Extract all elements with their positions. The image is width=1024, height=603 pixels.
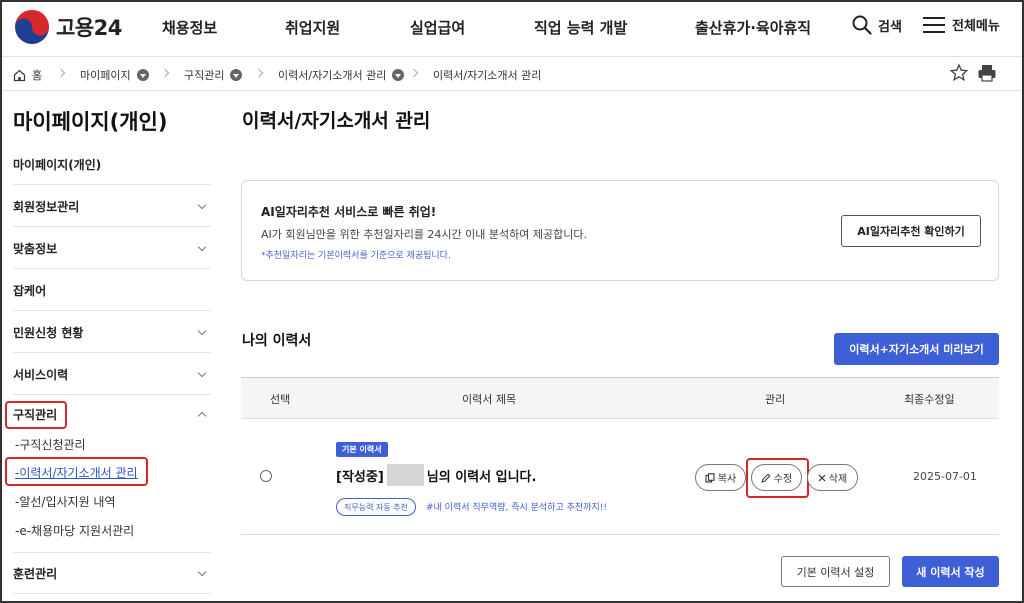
hamburger-icon	[923, 16, 945, 33]
breadcrumb: 홈 마이페이지 구직관리 이력서/자기소개서 관리 이력서/자기소개서 관리	[0, 58, 1024, 91]
breadcrumb-label: 이력서/자기소개서 관리	[433, 69, 542, 82]
taegeuk-logo-icon	[15, 10, 49, 44]
th-select: 선택	[270, 393, 291, 406]
chevron-down-icon	[197, 200, 207, 210]
header-allmenu-button[interactable]: 전체메뉴	[923, 15, 1000, 34]
sidebar-item-job-management[interactable]: 구직관리	[13, 394, 211, 435]
resume-title-prefix: [작성중]	[336, 469, 384, 485]
sidebar-item-label: 구직관리	[13, 408, 58, 422]
ai-banner-heading: AI일자리추천 서비스로 빠른 취업!	[261, 205, 437, 219]
sidebar-item-jobcare[interactable]: 잡케어	[13, 270, 211, 311]
dropdown-icon[interactable]	[136, 69, 149, 81]
breadcrumb-home-label: 홈	[32, 69, 43, 82]
search-label: 검색	[878, 19, 902, 35]
delete-button[interactable]: 삭제	[807, 464, 858, 491]
sidebar-item-label: 맞춤정보	[13, 241, 58, 256]
sidebar-item-custom-info[interactable]: 맞춤정보	[13, 228, 211, 269]
page-title: 이력서/자기소개서 관리	[242, 110, 431, 132]
sidebar-item-member-info[interactable]: 회원정보관리	[13, 186, 211, 227]
dropdown-icon[interactable]	[392, 69, 405, 81]
job-skill-recommend-tag[interactable]: 직무능력 자동 추천	[336, 498, 416, 516]
delete-label: 삭제	[828, 474, 848, 485]
subitem-job-application[interactable]: -구직신청관리	[15, 436, 86, 453]
table-row: 기본 이력서 [작성중] 님의 이력서 입니다. 직무능력 자동 추천 #내 이…	[241, 419, 999, 535]
nav-employment-support[interactable]: 취업지원	[285, 17, 340, 38]
breadcrumb-home[interactable]: 홈	[13, 67, 42, 83]
chevron-down-icon	[197, 242, 207, 252]
nav-unemployment-benefit[interactable]: 실업급여	[410, 17, 465, 38]
sidebar-item-label: 민원신청 현황	[13, 325, 84, 340]
close-icon	[818, 474, 826, 482]
chevron-right-icon	[254, 68, 264, 78]
allmenu-label: 전체메뉴	[952, 19, 1000, 34]
ai-recommend-button[interactable]: AI일자리추천 확인하기	[841, 215, 981, 247]
resume-title-suffix: 님의 이력서 입니다.	[426, 469, 537, 485]
section-title-my-resume: 나의 이력서	[242, 333, 312, 349]
pencil-icon	[761, 472, 771, 483]
ai-banner-desc: AI가 회원님만을 위한 추천일자리를 24시간 이내 분석하여 제공합니다.	[261, 228, 587, 241]
breadcrumb-label: 구직관리	[184, 69, 225, 82]
subitem-placement-history[interactable]: -알선/입사지원 내역	[15, 493, 116, 510]
th-manage: 관리	[765, 393, 786, 406]
sidebar-item-civil-status[interactable]: 민원신청 현황	[13, 312, 211, 353]
copy-button[interactable]: 복사	[695, 464, 746, 491]
chevron-right-icon	[160, 68, 170, 78]
table-header: 선택 이력서 제목 관리 최종수정일	[241, 377, 999, 419]
edit-label: 수정	[773, 474, 793, 485]
edit-button[interactable]: 수정	[751, 464, 802, 491]
nav-vocational-training[interactable]: 직업 능력 개발	[534, 17, 627, 38]
breadcrumb-mypage[interactable]: 마이페이지	[80, 67, 149, 83]
sidebar-item-mypage[interactable]: 마이페이지(개인)	[13, 144, 211, 185]
chevron-right-icon	[409, 68, 419, 78]
ai-banner-note: *추천일자리는 기본이력서를 기준으로 제공됩니다.	[261, 251, 451, 261]
breadcrumb-resume-management[interactable]: 이력서/자기소개서 관리	[278, 67, 405, 83]
breadcrumb-job-management[interactable]: 구직관리	[184, 67, 243, 83]
nav-maternity-leave[interactable]: 출산휴가·육아휴직	[695, 17, 811, 38]
home-icon	[13, 69, 26, 81]
new-resume-button[interactable]: 새 이력서 작성	[902, 556, 999, 587]
resume-preview-button[interactable]: 이력서+자기소개서 미리보기	[834, 333, 999, 365]
top-header: 고용24 채용정보 취업지원 실업급여 직업 능력 개발 출산휴가·육아휴직 검…	[0, 0, 1024, 57]
search-icon	[852, 15, 872, 35]
last-modified-date: 2025-07-01	[913, 470, 977, 483]
redacted-name	[386, 464, 424, 486]
print-icon[interactable]	[977, 63, 997, 83]
th-resume-title: 이력서 제목	[462, 393, 517, 406]
sidebar-item-training[interactable]: 훈련관리	[13, 553, 211, 594]
chevron-down-icon	[197, 567, 207, 577]
nav-jobs[interactable]: 채용정보	[162, 17, 217, 38]
sidebar-item-label: 서비스이력	[13, 367, 69, 382]
header-search-button[interactable]: 검색	[852, 15, 902, 35]
sidebar-item-label: 회원정보관리	[13, 199, 80, 214]
resume-select-radio[interactable]	[260, 470, 272, 482]
chevron-right-icon	[56, 68, 66, 78]
sidebar-item-label: 잡케어	[13, 283, 47, 298]
th-last-modified: 최종수정일	[904, 393, 955, 406]
copy-label: 복사	[717, 474, 737, 485]
sidebar-item-label: 마이페이지(개인)	[13, 157, 102, 172]
chevron-down-icon	[197, 368, 207, 378]
copy-icon	[705, 472, 715, 483]
breadcrumb-label: 마이페이지	[80, 69, 131, 82]
set-default-resume-button[interactable]: 기본 이력서 설정	[781, 556, 890, 587]
star-icon[interactable]	[949, 63, 969, 83]
resume-title-link[interactable]: [작성중] 님의 이력서 입니다.	[336, 464, 536, 486]
sidebar-title: 마이페이지(개인)	[13, 110, 168, 134]
breadcrumb-label: 이력서/자기소개서 관리	[278, 69, 387, 82]
chevron-down-icon	[197, 326, 207, 336]
default-resume-badge: 기본 이력서	[336, 442, 388, 457]
logo-text: 고용24	[56, 16, 122, 40]
sidebar-item-label: 훈련관리	[13, 566, 58, 581]
site-logo[interactable]: 고용24	[14, 9, 122, 45]
ai-recommend-banner: AI일자리추천 서비스로 빠른 취업! AI가 회원님만을 위한 추천일자리를 …	[241, 180, 999, 281]
chevron-up-icon	[197, 411, 207, 421]
job-skill-recommend-desc: #내 이력서 직무역량, 즉시 분석하고 추천까지!!	[426, 503, 607, 513]
sidebar-item-service-history[interactable]: 서비스이력	[13, 354, 211, 395]
subitem-resume-management[interactable]: -이력서/자기소개서 관리	[15, 464, 138, 481]
dropdown-icon[interactable]	[230, 69, 243, 81]
breadcrumb-current: 이력서/자기소개서 관리	[433, 67, 541, 83]
subitem-echaeyong-applications[interactable]: -e-채용마당 지원서관리	[15, 522, 134, 539]
